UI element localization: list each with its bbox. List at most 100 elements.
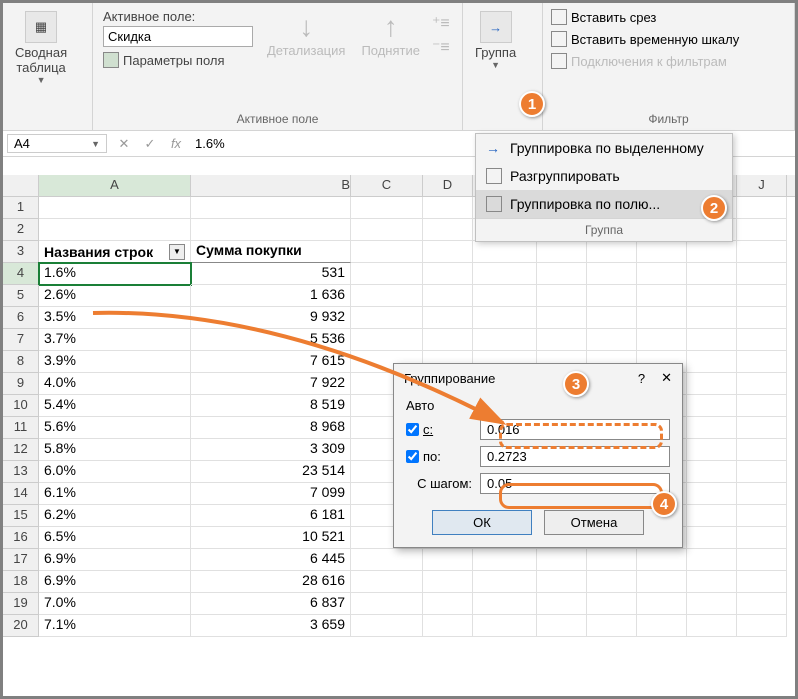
step-input[interactable] bbox=[480, 473, 670, 494]
cell[interactable] bbox=[687, 505, 737, 527]
cell[interactable] bbox=[637, 593, 687, 615]
insert-slicer-button[interactable]: Вставить срез bbox=[547, 7, 660, 27]
cell[interactable]: 8 519 bbox=[191, 395, 351, 417]
select-all-corner[interactable] bbox=[3, 175, 39, 196]
cell[interactable] bbox=[537, 615, 587, 637]
cell[interactable]: 7 922 bbox=[191, 373, 351, 395]
ungroup-item[interactable]: Разгруппировать bbox=[476, 162, 732, 190]
cell[interactable] bbox=[637, 329, 687, 351]
cell[interactable] bbox=[587, 241, 637, 263]
cell[interactable] bbox=[637, 241, 687, 263]
pivot-table-button[interactable]: ▦ Сводная таблица ▼ bbox=[7, 7, 75, 89]
row-header[interactable]: 20 bbox=[3, 615, 39, 637]
cell[interactable] bbox=[423, 241, 473, 263]
cell[interactable] bbox=[473, 329, 537, 351]
cell[interactable] bbox=[351, 285, 423, 307]
cell[interactable] bbox=[473, 571, 537, 593]
cell[interactable] bbox=[687, 329, 737, 351]
row-header[interactable]: 17 bbox=[3, 549, 39, 571]
cell[interactable]: 4.0% bbox=[39, 373, 191, 395]
cell[interactable] bbox=[737, 241, 787, 263]
cell[interactable] bbox=[737, 197, 787, 219]
cell[interactable] bbox=[423, 593, 473, 615]
cell[interactable]: 6.5% bbox=[39, 527, 191, 549]
cell[interactable] bbox=[687, 615, 737, 637]
cell[interactable] bbox=[637, 263, 687, 285]
cell[interactable]: 6.0% bbox=[39, 461, 191, 483]
cell[interactable] bbox=[537, 241, 587, 263]
to-input[interactable] bbox=[480, 446, 670, 467]
row-header[interactable]: 6 bbox=[3, 307, 39, 329]
cell[interactable]: 3.7% bbox=[39, 329, 191, 351]
cell[interactable]: 6 181 bbox=[191, 505, 351, 527]
cell[interactable] bbox=[637, 615, 687, 637]
cell[interactable] bbox=[351, 329, 423, 351]
cell[interactable]: 7.0% bbox=[39, 593, 191, 615]
cell[interactable] bbox=[587, 571, 637, 593]
cell[interactable] bbox=[687, 593, 737, 615]
cell[interactable] bbox=[39, 219, 191, 241]
row-header[interactable]: 2 bbox=[3, 219, 39, 241]
cell[interactable] bbox=[737, 307, 787, 329]
cell[interactable] bbox=[737, 373, 787, 395]
cell[interactable] bbox=[587, 593, 637, 615]
row-header[interactable]: 12 bbox=[3, 439, 39, 461]
row-header[interactable]: 8 bbox=[3, 351, 39, 373]
cell[interactable] bbox=[737, 483, 787, 505]
cell[interactable] bbox=[423, 329, 473, 351]
col-header[interactable]: D bbox=[423, 175, 473, 196]
cell[interactable]: 1.6% bbox=[39, 263, 191, 285]
cell[interactable] bbox=[587, 329, 637, 351]
cell[interactable] bbox=[637, 571, 687, 593]
cell[interactable] bbox=[637, 285, 687, 307]
cell[interactable] bbox=[737, 439, 787, 461]
cell[interactable] bbox=[737, 351, 787, 373]
row-header[interactable]: 18 bbox=[3, 571, 39, 593]
cell[interactable] bbox=[423, 615, 473, 637]
cell[interactable] bbox=[351, 263, 423, 285]
cell[interactable] bbox=[587, 549, 637, 571]
cell[interactable]: 3 659 bbox=[191, 615, 351, 637]
row-header[interactable]: 15 bbox=[3, 505, 39, 527]
dialog-close-button[interactable]: ✕ bbox=[661, 370, 672, 386]
cell[interactable]: Названия строк▼ bbox=[39, 241, 191, 263]
cell[interactable] bbox=[351, 197, 423, 219]
cell[interactable] bbox=[191, 197, 351, 219]
cell[interactable]: 531 bbox=[191, 263, 351, 285]
cell[interactable] bbox=[351, 219, 423, 241]
cell[interactable]: 3.5% bbox=[39, 307, 191, 329]
cell[interactable] bbox=[537, 549, 587, 571]
cell[interactable]: Сумма покупки bbox=[191, 241, 351, 263]
cell[interactable]: 6.1% bbox=[39, 483, 191, 505]
col-header[interactable]: B bbox=[191, 175, 351, 196]
cell[interactable] bbox=[423, 571, 473, 593]
col-header[interactable]: C bbox=[351, 175, 423, 196]
cell[interactable] bbox=[423, 197, 473, 219]
from-input[interactable] bbox=[480, 419, 670, 440]
cell[interactable] bbox=[423, 549, 473, 571]
cell[interactable] bbox=[473, 593, 537, 615]
cell[interactable] bbox=[687, 461, 737, 483]
cell[interactable] bbox=[737, 593, 787, 615]
filter-dropdown-button[interactable]: ▼ bbox=[169, 244, 185, 260]
dialog-help-button[interactable]: ? bbox=[638, 371, 645, 386]
cell[interactable] bbox=[687, 307, 737, 329]
cell[interactable] bbox=[423, 219, 473, 241]
cell[interactable] bbox=[637, 307, 687, 329]
cell[interactable] bbox=[737, 329, 787, 351]
row-header[interactable]: 14 bbox=[3, 483, 39, 505]
cell[interactable] bbox=[737, 615, 787, 637]
row-header[interactable]: 19 bbox=[3, 593, 39, 615]
cell[interactable] bbox=[423, 263, 473, 285]
group-by-selection-item[interactable]: →Группировка по выделенному bbox=[476, 134, 732, 162]
cell[interactable] bbox=[687, 527, 737, 549]
active-field-input[interactable] bbox=[103, 26, 253, 47]
cell[interactable] bbox=[351, 615, 423, 637]
cell[interactable] bbox=[687, 571, 737, 593]
cell[interactable]: 5.8% bbox=[39, 439, 191, 461]
fx-button[interactable]: fx bbox=[163, 136, 189, 151]
cell[interactable] bbox=[537, 263, 587, 285]
cell[interactable] bbox=[737, 461, 787, 483]
cell[interactable] bbox=[191, 219, 351, 241]
cell[interactable] bbox=[473, 241, 537, 263]
